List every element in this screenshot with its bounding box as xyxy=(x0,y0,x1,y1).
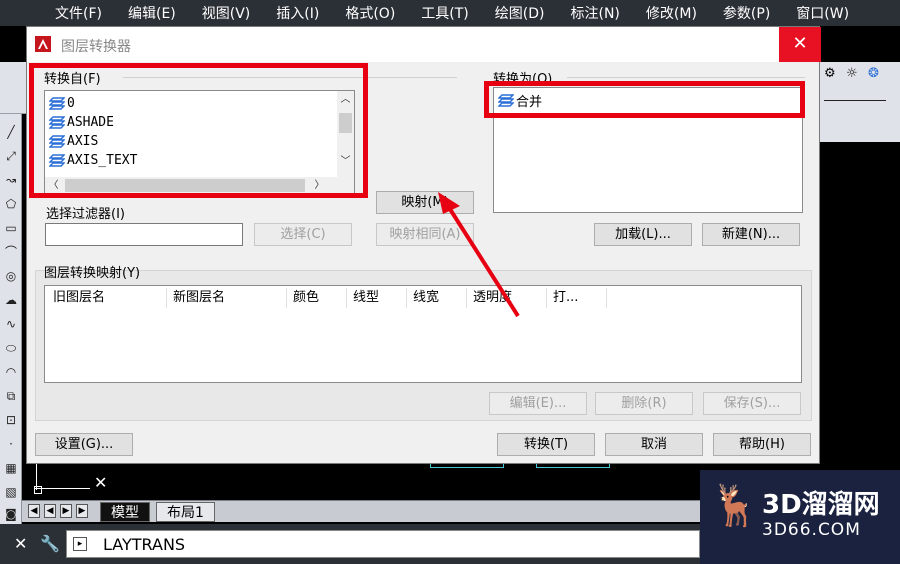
column-header[interactable]: 透明度 xyxy=(467,288,547,308)
point-icon[interactable]: · xyxy=(3,436,19,452)
menu-item[interactable]: 文件(F) xyxy=(55,3,102,23)
mappings-table[interactable]: 旧图层名 新图层名 颜色 线型 线宽 透明度 打... xyxy=(44,285,802,383)
column-header[interactable]: 旧图层名 xyxy=(47,288,167,308)
spline-icon[interactable]: ∿ xyxy=(3,316,19,332)
line-icon[interactable]: ╱ xyxy=(3,124,19,140)
filter-label: 选择过滤器(I) xyxy=(46,203,129,222)
next-tab-icon[interactable]: ▶ xyxy=(60,504,72,518)
map-same-button[interactable]: 映射相同(A) xyxy=(376,223,474,246)
dialog-title: 图层转换器 xyxy=(61,39,131,55)
close-button[interactable]: ✕ xyxy=(779,27,821,62)
command-input[interactable]: ▸ LAYTRANS xyxy=(66,530,700,558)
delete-button[interactable]: 删除(R) xyxy=(595,392,693,415)
mappings-label: 图层转换映射(Y) xyxy=(44,266,141,281)
sun-icon[interactable]: ☼ xyxy=(846,66,858,81)
ucs-origin xyxy=(34,486,42,494)
menu-item[interactable]: 修改(M) xyxy=(646,3,697,23)
first-tab-icon[interactable]: ◀ xyxy=(28,504,40,518)
convert-to-divider xyxy=(567,77,805,78)
column-header[interactable]: 线型 xyxy=(347,288,407,308)
construction-line-icon[interactable]: ⤢ xyxy=(3,148,19,164)
ellipse-icon[interactable]: ⬭ xyxy=(3,340,19,356)
cancel-button[interactable]: 取消 xyxy=(605,433,703,456)
new-button[interactable]: 新建(N)... xyxy=(702,223,800,246)
menu-item[interactable]: 视图(V) xyxy=(202,3,251,23)
crosshair-icon: ✕ xyxy=(94,473,108,492)
wrench-icon[interactable]: 🔧 xyxy=(40,534,60,553)
rectangle-icon[interactable]: ▭ xyxy=(3,220,19,236)
linetype-preview xyxy=(824,100,886,101)
menu-bar: 文件(F) 编辑(E) 视图(V) 插入(I) 格式(O) 工具(T) 绘图(D) 标注(N)… xyxy=(0,0,900,26)
command-text: LAYTRANS xyxy=(103,535,186,554)
make-block-icon[interactable]: ⊡ xyxy=(3,412,19,428)
watermark: 🦌 3D溜溜网 3D66.COM xyxy=(700,470,900,564)
ribbon-right-panel: ⚙ ☼ ❂ xyxy=(820,62,900,142)
translate-button[interactable]: 转换(T) xyxy=(497,433,595,456)
deer-logo-icon: 🦌 xyxy=(710,483,760,529)
save-button[interactable]: 保存(S)... xyxy=(703,392,801,415)
column-header[interactable]: 线宽 xyxy=(407,288,467,308)
load-button[interactable]: 加载(L)... xyxy=(594,223,692,246)
tab-layout1[interactable]: 布局1 xyxy=(156,502,215,522)
column-header[interactable]: 颜色 xyxy=(287,288,347,308)
dialog-titlebar[interactable]: 图层转换器 ✕ xyxy=(27,27,821,62)
command-prompt-icon: ▸ xyxy=(73,537,87,551)
menu-item[interactable]: 参数(P) xyxy=(723,3,770,23)
revcloud-icon[interactable]: ☁ xyxy=(3,292,19,308)
tab-model[interactable]: 模型 xyxy=(100,502,150,522)
menu-item[interactable]: 工具(T) xyxy=(421,3,468,23)
filter-input[interactable] xyxy=(45,223,243,246)
prev-tab-icon[interactable]: ◀ xyxy=(44,504,56,518)
annotation-box-convert-to xyxy=(484,81,805,118)
gradient-icon[interactable]: ▧ xyxy=(3,484,19,500)
drawing-canvas[interactable] xyxy=(22,464,700,500)
layout-tabs: ◀ ◀ ▶ ▶ 模型 布局1 xyxy=(22,500,700,522)
column-header[interactable]: 新图层名 xyxy=(167,288,287,308)
circle-icon[interactable]: ◎ xyxy=(3,268,19,284)
menu-item[interactable]: 插入(I) xyxy=(276,3,319,23)
settings-button[interactable]: 设置(G)... xyxy=(35,433,133,456)
menu-item[interactable]: 窗口(W) xyxy=(796,3,849,23)
close-icon[interactable]: ✕ xyxy=(14,534,27,553)
last-tab-icon[interactable]: ▶ xyxy=(76,504,88,518)
ellipse-arc-icon[interactable]: ◠ xyxy=(3,364,19,380)
watermark-domain: 3D66.COM xyxy=(762,520,861,540)
menu-item[interactable]: 格式(O) xyxy=(345,3,395,23)
menu-item[interactable]: 绘图(D) xyxy=(495,3,545,23)
map-button[interactable]: 映射(M) xyxy=(376,191,474,214)
hatch-icon[interactable]: ▦ xyxy=(3,460,19,476)
arc-icon[interactable]: ⌒ xyxy=(3,244,19,260)
gear-icon[interactable]: ⚙ xyxy=(824,66,836,81)
autocad-logo-icon xyxy=(35,36,51,52)
ucs-x-axis xyxy=(34,488,90,489)
watermark-title: 3D溜溜网 xyxy=(762,490,880,520)
region-icon[interactable]: ◙ xyxy=(3,506,19,522)
polygon-icon[interactable]: ⬠ xyxy=(3,196,19,212)
menu-item[interactable]: 标注(N) xyxy=(571,3,620,23)
polyline-icon[interactable]: ↝ xyxy=(3,172,19,188)
annotation-box-convert-from xyxy=(29,63,368,198)
insert-block-icon[interactable]: ⧉ xyxy=(3,388,19,404)
layer-tool-icon[interactable]: ❂ xyxy=(868,66,879,81)
select-button[interactable]: 选择(C) xyxy=(254,223,352,246)
column-header[interactable]: 打... xyxy=(547,288,607,308)
help-button[interactable]: 帮助(H) xyxy=(713,433,811,456)
edit-button[interactable]: 编辑(E)... xyxy=(489,392,587,415)
menu-item[interactable]: 编辑(E) xyxy=(128,3,176,23)
draw-toolbar: ╱ ⤢ ↝ ⬠ ▭ ⌒ ◎ ☁ ∿ ⬭ ◠ ⧉ ⊡ · ▦ ▧ ◙ xyxy=(0,114,22,524)
